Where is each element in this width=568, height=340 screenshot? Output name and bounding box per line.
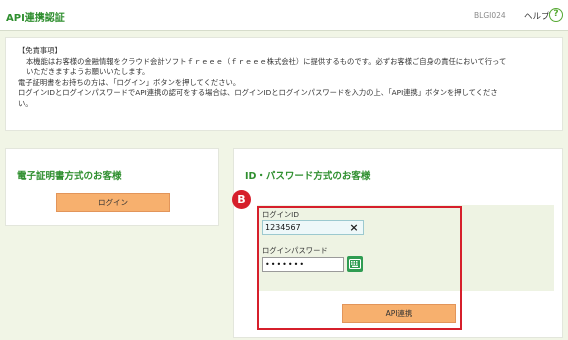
login-id-label: ログインID	[262, 210, 299, 219]
password-input[interactable]: •••••••	[262, 257, 344, 272]
cert-login-panel: 電子証明書方式のお客様 ログイン	[5, 148, 219, 226]
disclaimer-line: ログインIDとログインパスワードでAPI連携の認可をする場合は、ログインIDとロ…	[18, 88, 498, 98]
screen-id: BLGI024	[474, 11, 506, 20]
disclaimer-heading: 【免責事項】	[18, 46, 62, 55]
software-keyboard-icon[interactable]	[347, 256, 363, 272]
api-link-button[interactable]: API連携	[342, 304, 456, 323]
disclaimer-line: 本機能はお客様の金融情報をクラウド会計ソフトｆｒｅｅｅ（ｆｒｅｅｅ株式会社）に提…	[26, 56, 507, 66]
keyboard-icon	[349, 259, 361, 269]
disclaimer-box: 【免責事項】 本機能はお客様の金融情報をクラウド会計ソフトｆｒｅｅｅ（ｆｒｅｅｅ…	[5, 37, 563, 131]
clear-icon[interactable]: ×	[348, 221, 360, 234]
help-link[interactable]: ヘルプ	[524, 10, 550, 22]
page-title: API連携認証	[6, 13, 65, 24]
help-icon[interactable]: ?	[549, 8, 563, 22]
disclaimer-line: いただきますようお願いいたします。	[26, 67, 150, 77]
id-panel-title: ID・パスワード方式のお客様	[245, 171, 371, 182]
annotation-badge-b: B	[232, 190, 251, 209]
disclaimer-line: 電子証明書をお持ちの方は、「ログイン」ボタンを押してください。	[18, 77, 241, 87]
login-button[interactable]: ログイン	[56, 193, 170, 212]
cert-panel-title: 電子証明書方式のお客様	[17, 171, 122, 182]
password-label: ログインパスワード	[262, 246, 328, 255]
disclaimer-line: い。	[18, 98, 33, 108]
header-bar: API連携認証 BLGI024 ヘルプ ?	[0, 0, 568, 31]
